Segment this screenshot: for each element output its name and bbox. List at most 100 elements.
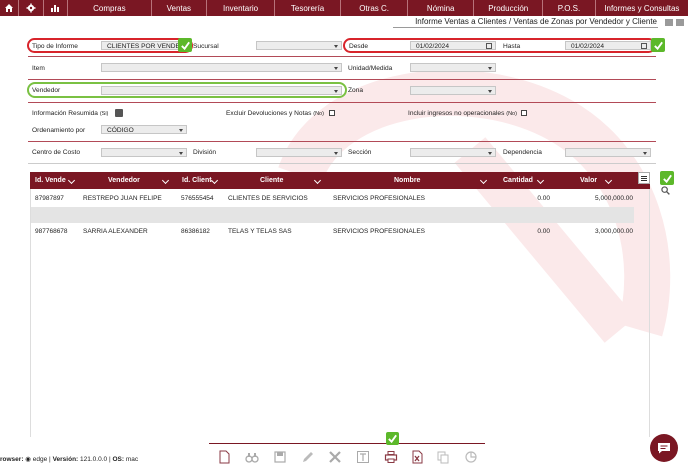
centro-select[interactable] [101,148,187,157]
cell-nombre: SERVICIOS PROFESIONALES [333,195,425,202]
table-row[interactable]: 987768678 SARRIA ALEXANDER 86386182 TELA… [31,223,649,239]
desde-input[interactable]: 01/02/2024 [410,41,496,50]
incluir-checkbox[interactable] [521,110,527,116]
menu-nomina[interactable]: Nómina [408,0,475,16]
divider [28,79,656,80]
orden-label: Ordenamiento por [32,127,86,134]
divider [28,163,656,164]
division-label: División [193,149,217,156]
chat-icon [658,443,670,454]
text-button[interactable] [355,449,371,465]
zona-select[interactable] [410,86,496,95]
search-icon[interactable] [661,186,670,195]
menu-produccion[interactable]: Producción [474,0,544,16]
menu-inventario[interactable]: Inventario [207,0,276,16]
col-nombre-label: Nombre [394,177,421,184]
copy-icon [437,451,449,464]
document-icon [219,450,230,464]
tipo-value: CLIENTES POR VENDE [107,43,180,50]
col-id-vendedor-label: Id. Vende [35,177,66,184]
floppy-icon [274,451,286,463]
resumida-checkbox[interactable] [115,109,123,117]
copy-button[interactable] [435,449,451,465]
incluir-text: Incluir ingresos no operacionales [408,110,505,117]
os-label: OS: [112,456,125,463]
cell-id-vendedor: 987768678 [35,228,68,235]
page-subtitle: Informe Ventas a Clientes / Ventas de Zo… [393,17,658,28]
col-cliente-label: Cliente [260,177,284,184]
cell-valor: 5,000,000.00 [595,195,633,202]
col-cantidad[interactable]: Cantidad [503,172,545,189]
new-document-button[interactable] [216,449,232,465]
division-select[interactable] [256,148,342,157]
divider [28,141,656,142]
toolbar-divider [209,443,485,444]
find-button[interactable] [244,449,260,465]
delete-button[interactable] [327,449,343,465]
excluir-checkbox[interactable] [329,110,335,116]
menu-informes[interactable]: Informes y Consultas [596,0,688,16]
binoculars-icon [245,453,259,463]
chat-button[interactable] [650,434,678,462]
seccion-label: Sección [348,149,372,156]
column-menu-button[interactable] [638,172,650,184]
item-label: Item [32,65,45,72]
calendar-icon[interactable] [486,43,492,49]
unidad-select[interactable] [410,63,496,72]
menu-icon-line [641,177,647,179]
table-header: Id. Vende Vendedor Id. Client Cliente No… [30,172,650,189]
hasta-input[interactable]: 01/02/2024 [565,41,651,50]
col-vendedor-label: Vendedor [108,177,140,184]
browser-info: rowser: ◉ edge | Versión: 121.0.0.0 | OS… [0,456,139,463]
sucursal-label: Sucursal [193,43,219,50]
menu-icon [641,175,647,177]
chevron-down-icon [161,176,170,185]
browser-value: edge [32,456,48,463]
home-button[interactable] [0,0,20,16]
vendedor-select[interactable] [101,86,342,95]
cell-cantidad: 0.00 [537,195,550,202]
orden-select[interactable]: CÓDIGO [101,125,187,134]
centro-label: Centro de Costo [32,149,81,156]
table-row[interactable]: 87987897 RESTREPO JUAN FELIPE 576555454 … [31,190,649,206]
col-id-cliente-label: Id. Client [182,177,212,184]
save-button[interactable] [272,449,288,465]
divider [28,102,656,103]
menu-otras[interactable]: Otras C. [341,0,409,16]
chart-button[interactable] [463,449,479,465]
chevron-down-icon [604,176,613,185]
col-nombre[interactable]: Nombre [394,172,488,189]
export-excel-button[interactable] [409,449,425,465]
minimize-button[interactable] [665,19,673,26]
cell-vendedor: RESTREPO JUAN FELIPE [83,195,162,202]
tipo-select[interactable]: CLIENTES POR VENDE [101,41,180,50]
col-vendedor[interactable]: Vendedor [108,172,170,189]
print-button[interactable] [383,449,399,465]
seccion-select[interactable] [410,148,496,157]
x-icon [329,451,341,463]
col-cliente[interactable]: Cliente [260,172,322,189]
unidad-label: Unidad/Medida [348,65,393,72]
item-select[interactable] [101,63,342,72]
menu-ventas[interactable]: Ventas [152,0,208,16]
col-valor[interactable]: Valor [580,172,613,189]
edit-button[interactable] [300,449,316,465]
cell-id-vendedor: 87987897 [35,195,64,202]
menu-compras[interactable]: Compras [68,0,152,16]
home-icon [5,4,14,12]
col-id-vendedor[interactable]: Id. Vende [35,172,76,189]
col-valor-label: Valor [580,177,598,184]
menu-pos[interactable]: P.O.S. [543,0,596,16]
calendar-icon[interactable] [641,43,647,49]
resumida-hint: (Si) [99,111,109,117]
settings-button[interactable] [19,0,44,16]
sucursal-select[interactable] [256,41,342,50]
col-id-cliente[interactable]: Id. Client [182,172,219,189]
close-button[interactable] [676,19,684,26]
excluir-hint: (No) [313,111,324,117]
incluir-label: Incluir ingresos no operacionales (No) [408,110,517,117]
reports-chart-button[interactable] [44,0,69,16]
menu-tesoreria[interactable]: Tesorería [275,0,342,16]
excluir-text: Excluir Devoluciones y Notas [226,110,312,117]
dependencia-select[interactable] [565,148,651,157]
